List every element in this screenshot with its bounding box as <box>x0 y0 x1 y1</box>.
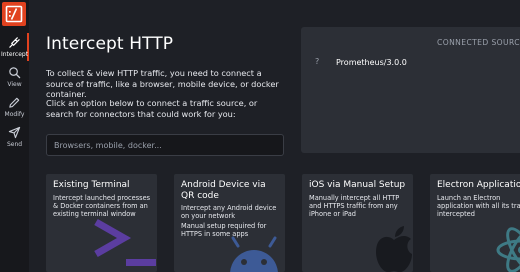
sidebar-item-label: Modify <box>4 111 25 118</box>
sidebar-item-label: View <box>7 81 22 88</box>
card-title: Electron Application <box>437 180 520 190</box>
electron-icon <box>496 227 520 272</box>
card-description: Launch an Electron application with all … <box>437 194 520 219</box>
card-description: Intercept any Android device on your net… <box>181 204 277 221</box>
card-android-qr[interactable]: Android Device via QR code Intercept any… <box>174 174 285 272</box>
connected-sources-heading: CONNECTED SOURCES <box>437 38 520 47</box>
card-title: Existing Terminal <box>53 180 130 190</box>
source-name: Prometheus/3.0.0 <box>336 58 407 67</box>
card-title: iOS via Manual Setup <box>309 180 406 190</box>
sidebar-item-modify[interactable]: Modify <box>0 93 29 121</box>
plug-icon <box>9 37 20 48</box>
search-input[interactable] <box>46 134 284 156</box>
search-icon <box>9 67 21 79</box>
pencil-icon <box>9 97 20 108</box>
sidebar-item-intercept[interactable]: Intercept <box>0 33 29 61</box>
connected-sources-panel: CONNECTED SOURCES ? Prometheus/3.0.0 <box>301 27 520 153</box>
app-logo[interactable] <box>2 2 26 26</box>
terminal-icon <box>94 218 156 266</box>
send-icon <box>8 126 21 139</box>
logo-icon <box>5 5 23 23</box>
intro-text: To collect & view HTTP traffic, you need… <box>46 68 279 99</box>
card-title: Android Device via QR code <box>181 180 266 201</box>
card-description: Manually intercept all HTTP and HTTPS tr… <box>309 194 400 219</box>
sidebar: Intercept View Modify Send <box>0 0 29 272</box>
page-title: Intercept HTTP <box>46 34 174 54</box>
sidebar-item-label: Intercept <box>0 51 29 58</box>
sidebar-item-view[interactable]: View <box>0 63 29 91</box>
unknown-source-icon: ? <box>315 57 320 66</box>
sidebar-item-label: Send <box>6 141 23 148</box>
android-icon <box>230 236 278 272</box>
card-existing-terminal[interactable]: Existing Terminal Intercept launched pro… <box>46 174 157 272</box>
card-electron-app[interactable]: Electron Application Launch an Electron … <box>430 174 520 272</box>
intro-instructions: Click an option below to connect a traff… <box>46 98 258 119</box>
apple-icon <box>376 226 412 272</box>
card-ios-manual[interactable]: iOS via Manual Setup Manually intercept … <box>302 174 413 272</box>
sidebar-item-send[interactable]: Send <box>0 123 29 151</box>
